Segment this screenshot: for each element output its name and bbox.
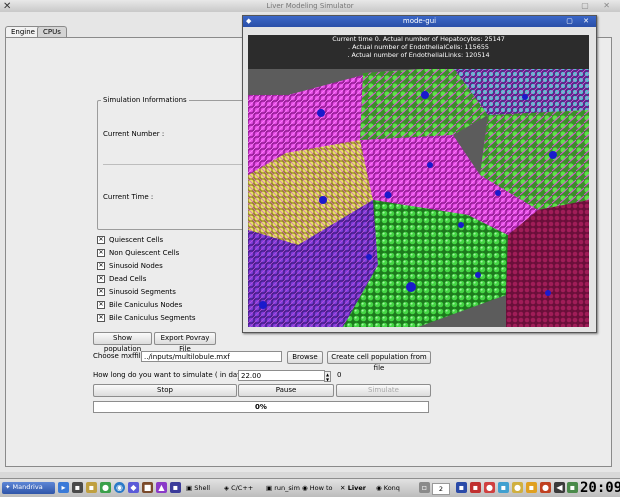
simulation-hud: Current time 0. Actual number of Hepatoc… [248,35,589,69]
tray-icon[interactable]: ● [484,482,495,493]
checkbox-label: Sinusoid Nodes [109,262,163,270]
taskbar-item-liver[interactable]: ✕ Liver [340,483,376,493]
star-icon: ✦ [5,483,11,491]
duration-spinbox[interactable]: 22.00 [238,370,325,381]
tray-icon[interactable]: ▪ [498,482,509,493]
window-controls[interactable]: ▢ ✕ [581,1,616,10]
stop-button[interactable]: Stop [93,384,237,397]
checkbox-sinusoid-nodes[interactable]: ✕ Sinusoid Nodes [97,262,163,271]
window-menu-icon[interactable]: ◆ [246,16,251,27]
start-menu-button[interactable]: ✦ Mandriva [2,482,55,494]
pager-icon[interactable]: ▫ [419,482,430,493]
taskbar-item-label: Konq [383,484,400,492]
current-number-label: Current Number : [103,130,165,138]
taskbar-item-label: C/C++ [231,484,254,492]
clock[interactable]: 20:09 [580,480,620,496]
checkbox-icon[interactable]: ✕ [97,288,105,296]
checkbox-icon[interactable]: ✕ [97,275,105,283]
export-povray-button[interactable]: Export Povray File [154,332,216,353]
checkbox-label: Non Quiescent Cells [109,249,180,257]
duration-suffix: 0 [337,371,342,379]
tray-icon[interactable]: ● [540,482,551,493]
taskbar-item-konqueror[interactable]: ◉ Konq [376,483,416,493]
create-population-button[interactable]: Create cell population from file [327,351,431,372]
3d-viewport[interactable]: Current time 0. Actual number of Hepatoc… [248,35,589,327]
show-population-button[interactable]: Show population [93,332,152,353]
checkbox-icon[interactable]: ✕ [97,262,105,270]
browse-button[interactable]: Browse [287,351,323,364]
taskbar-item-cpp[interactable]: ◈ C/C++ [224,483,264,493]
checkbox-bile-caniculus-segments[interactable]: ✕ Bile Caniculus Segments [97,314,195,323]
taskbar-item-label: How to [309,484,333,492]
start-label: Mandriva [12,483,43,491]
checkbox-dead-cells[interactable]: ✕ Dead Cells [97,275,146,284]
current-time-label: Current Time : [103,193,154,201]
checkbox-label: Bile Caniculus Nodes [109,301,183,309]
progress-text: 0% [255,403,267,411]
checkbox-icon[interactable]: ✕ [97,236,105,244]
app-icon[interactable]: ● [100,482,111,493]
desktop-pager[interactable]: 2 [432,483,450,495]
tray-icon[interactable]: ● [512,482,523,493]
flag-icon[interactable]: ▪ [456,482,467,493]
hud-line: . Actual number of EndothelialCells: 115… [348,43,489,51]
mode-gui-window[interactable]: ◆ mode-gui ▢ ✕ Current time 0. Actual nu… [242,15,597,333]
hud-line: . Actual number of EndothelialLinks: 120… [347,51,490,59]
mode-gui-title: mode-gui [402,17,437,25]
checkbox-non-quiescent-cells[interactable]: ✕ Non Quiescent Cells [97,249,179,258]
volume-icon[interactable]: ◀ [554,482,565,493]
folder-icon[interactable]: ▪ [86,482,97,493]
taskbar: ✦ Mandriva ▸ ▪ ▪ ● ◉ ◆ ■ ▲ ▪ ▣ Shell ◈ C… [0,478,620,497]
browser-icon[interactable]: ◉ [114,482,125,493]
checkbox-label: Dead Cells [109,275,147,283]
taskbar-item-label: Shell [194,484,211,492]
simulate-button[interactable]: Simulate [336,384,431,397]
checkbox-label: Sinusoid Segments [109,288,176,296]
divider [103,164,253,165]
taskbar-item-label: Liver [347,484,366,492]
window-controls[interactable]: ▢ ✕ [566,16,593,27]
simulation-info-group: Simulation Informations Current Number :… [97,96,259,230]
mxf-file-input[interactable]: ../inputs/multilobule.mxf [141,351,282,362]
checkbox-icon[interactable]: ✕ [97,249,105,257]
tray-icon[interactable]: ▪ [470,482,481,493]
app-icon[interactable]: ◆ [128,482,139,493]
taskbar-item-howto[interactable]: ◉ How to [302,483,338,493]
pause-button[interactable]: Pause [238,384,334,397]
checkbox-icon[interactable]: ✕ [97,314,105,322]
app-icon[interactable]: ▪ [170,482,181,493]
duration-label: How long do you want to simulate ( in da… [93,371,250,379]
liver-lobule-render [248,35,589,327]
tray-icon[interactable]: ▪ [526,482,537,493]
app-icon[interactable]: ▲ [156,482,167,493]
group-title: Simulation Informations [101,96,189,104]
window-title: Liver Modeling Simulator [266,2,354,10]
terminal-icon[interactable]: ▪ [72,482,83,493]
progress-bar: 0% [93,401,429,413]
mode-gui-titlebar[interactable]: ◆ mode-gui ▢ ✕ [243,16,596,27]
taskbar-item-label: run_sim [274,484,300,492]
spin-arrows-icon[interactable]: ▲ ▼ [324,371,331,382]
checkbox-sinusoid-segments[interactable]: ✕ Sinusoid Segments [97,288,176,297]
checkbox-bile-caniculus-nodes[interactable]: ✕ Bile Caniculus Nodes [97,301,182,310]
checkbox-icon[interactable]: ✕ [97,301,105,309]
taskbar-item-shell[interactable]: ▣ Shell [186,483,220,493]
checkbox-label: Quiescent Cells [109,236,164,244]
hud-line: Current time 0. Actual number of Hepatoc… [332,35,505,43]
checkbox-label: Bile Caniculus Segments [109,314,196,322]
checkbox-quiescent-cells[interactable]: ✕ Quiescent Cells [97,236,163,245]
launcher-icon[interactable]: ▸ [58,482,69,493]
app-icon[interactable]: ■ [142,482,153,493]
network-icon[interactable]: ▪ [567,482,578,493]
